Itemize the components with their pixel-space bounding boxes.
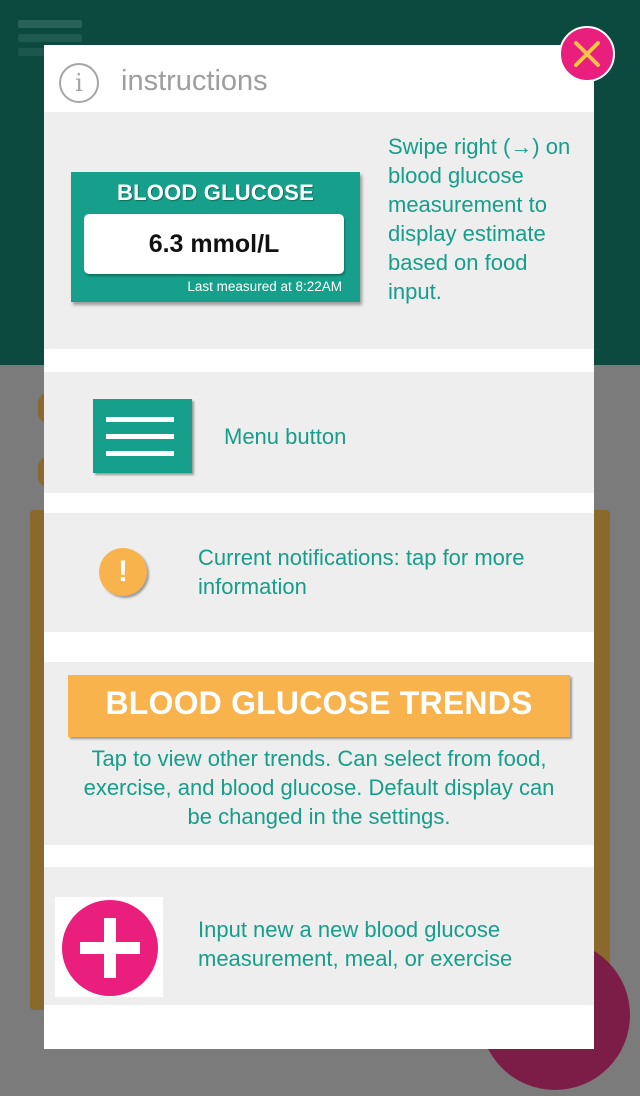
- plus-icon-container: [55, 897, 163, 997]
- last-measured-text: Last measured at 8:22AM: [187, 279, 342, 294]
- modal-title: instructions: [121, 65, 268, 97]
- menu-icon: [93, 399, 192, 473]
- menu-instruction: Menu button: [44, 372, 594, 493]
- trends-description: Tap to view other trends. Can select fro…: [83, 746, 555, 829]
- glucose-card-instruction: BLOOD GLUCOSE 6.3 mmol/L Last measured a…: [44, 112, 594, 349]
- close-button[interactable]: [559, 26, 615, 82]
- add-description: Input new a new blood glucose measuremen…: [198, 917, 513, 971]
- blood-glucose-card-title: BLOOD GLUCOSE: [117, 180, 314, 205]
- blood-glucose-card-example: BLOOD GLUCOSE 6.3 mmol/L Last measured a…: [71, 172, 360, 302]
- info-icon: i: [59, 63, 99, 103]
- menu-icon-line: [106, 451, 174, 456]
- close-icon: [574, 41, 600, 67]
- add-instruction: Input new a new blood glucose measuremen…: [44, 867, 594, 1005]
- trends-button-label: BLOOD GLUCOSE TRENDS: [105, 685, 533, 721]
- plus-icon: [62, 900, 158, 996]
- menu-icon-line: [106, 434, 174, 439]
- blood-glucose-value-box: 6.3 mmol/L: [84, 214, 344, 274]
- blood-glucose-value: 6.3 mmol/L: [148, 230, 280, 258]
- notifications-instruction: ! Current notifications: tap for more in…: [44, 513, 594, 632]
- background-header-text: [18, 20, 82, 28]
- alert-icon: !: [99, 548, 147, 596]
- glucose-card-description: Swipe right (→) on blood glucose measure…: [388, 134, 571, 304]
- blood-glucose-trends-button-example: BLOOD GLUCOSE TRENDS: [68, 675, 570, 737]
- menu-description: Menu button: [224, 424, 347, 449]
- menu-icon-line: [106, 417, 174, 422]
- notifications-description: Current notifications: tap for more info…: [198, 545, 525, 599]
- trends-instruction: BLOOD GLUCOSE TRENDS Tap to view other t…: [44, 662, 594, 845]
- plus-icon-vertical: [104, 918, 116, 978]
- modal-header: i instructions: [44, 45, 594, 112]
- instructions-modal: i instructions BLOOD GLUCOSE 6.3 mmol/L …: [44, 45, 594, 1049]
